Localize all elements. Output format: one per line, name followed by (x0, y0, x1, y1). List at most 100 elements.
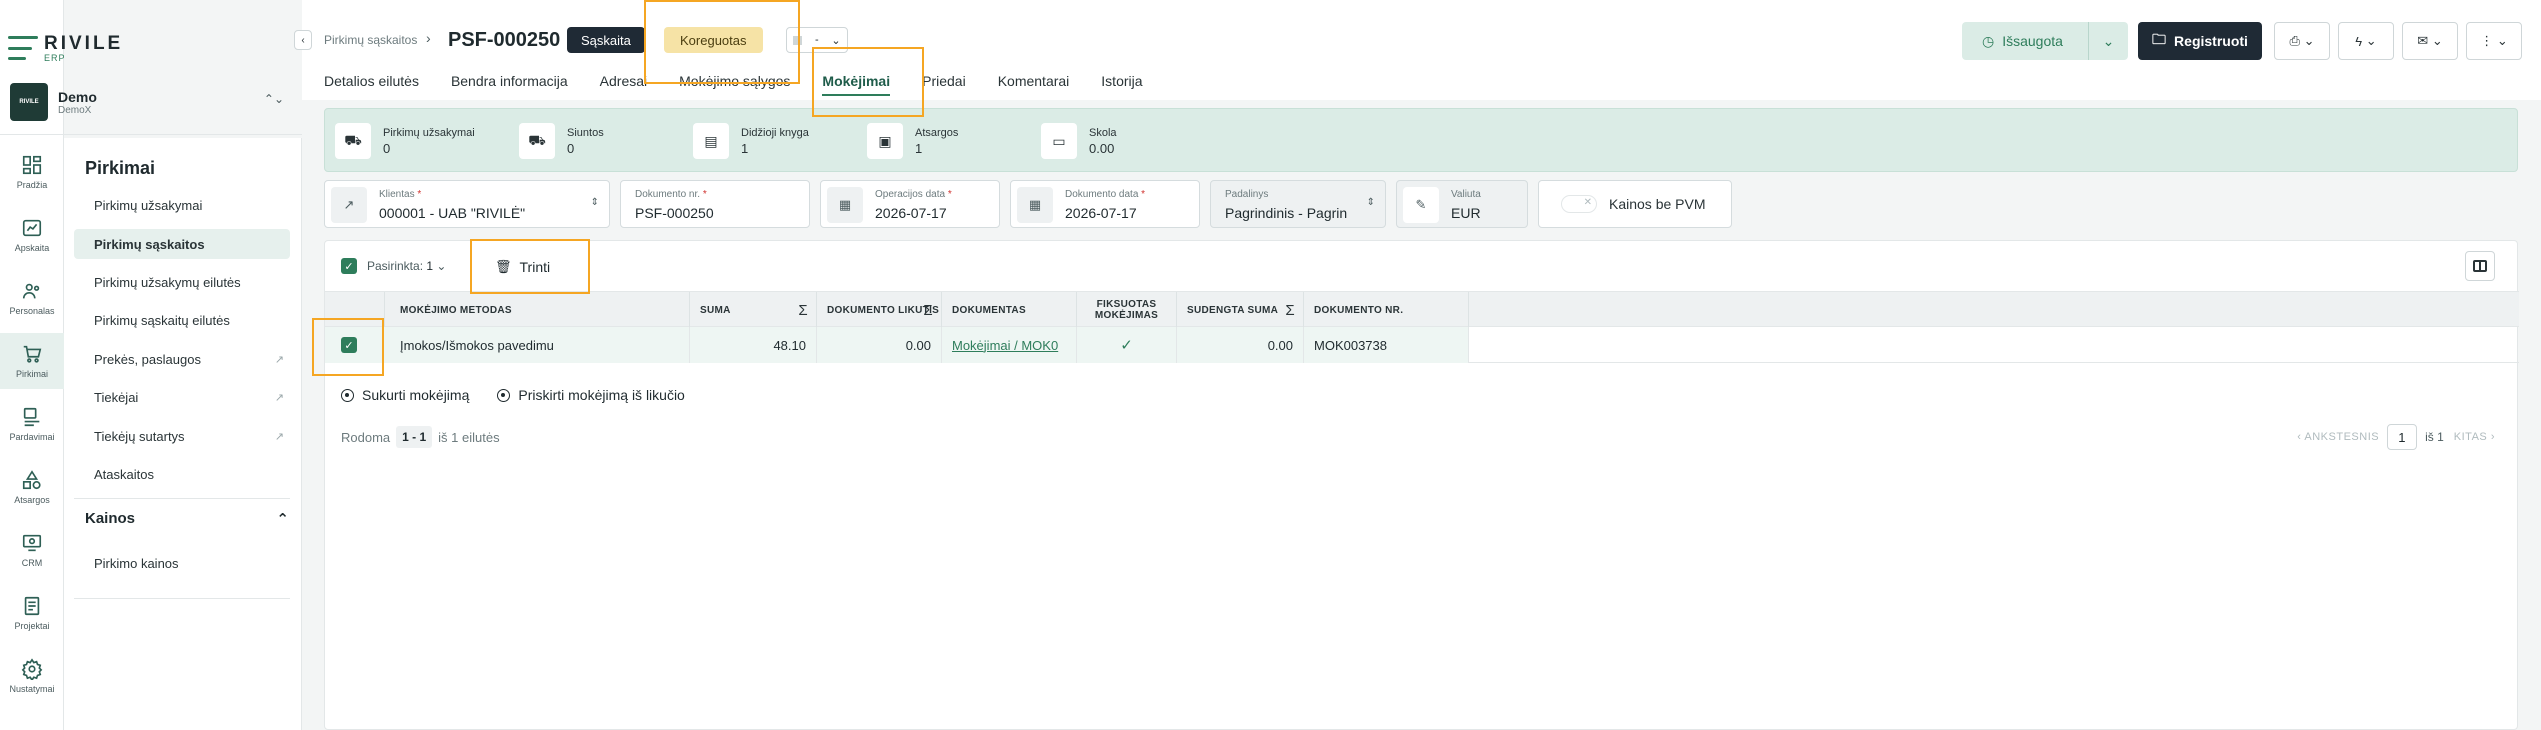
saved-button[interactable]: ◷ Išsaugota ⌄ (1962, 22, 2128, 60)
stat-label: Didžioji knyga (741, 126, 809, 139)
columns-icon (2473, 260, 2487, 272)
tab-detail-lines[interactable]: Detalios eilutės (324, 62, 419, 100)
logo-mark-icon (8, 36, 38, 60)
rail-item-pirkimai[interactable]: Pirkimai (0, 333, 64, 389)
required-marker: * (1141, 189, 1146, 200)
division-field[interactable]: Padalinys Pagrindinis - Pagrin ⇕ (1210, 180, 1386, 228)
cell-amount[interactable]: 48.10 (690, 327, 817, 363)
assign-payment-button[interactable]: Priskirti mokėjimą iš likučio (497, 387, 685, 403)
dashboard-icon (22, 155, 42, 175)
actions-button[interactable]: ϟ ⌄ (2338, 22, 2394, 60)
stat-inventory[interactable]: ▣ Atsargos 1 (867, 119, 958, 163)
breadcrumb[interactable]: Pirkimų sąskaitos (324, 33, 417, 47)
tab-general-info[interactable]: Bendra informacija (451, 62, 568, 100)
sidebar-item-purchase-prices[interactable]: Pirkimo kainos (74, 548, 290, 578)
sidebar-item-purchase-invoices[interactable]: Pirkimų sąskaitos (74, 229, 290, 259)
column-header-settled[interactable]: Sudengta suma Σ (1177, 292, 1304, 328)
sum-icon[interactable]: Σ (923, 303, 933, 318)
sidebar-item-purchase-orders[interactable]: Pirkimų užsakymai (74, 190, 290, 220)
sidebar-item-products[interactable]: Prekės, paslaugos ↗ (74, 344, 290, 374)
cell-method[interactable]: Įmokos/Išmokos pavedimu (385, 327, 690, 363)
currency-field[interactable]: ✎ Valiuta EUR (1396, 180, 1528, 228)
register-button[interactable]: 🗀 Registruoti (2138, 22, 2262, 60)
tab-payment-terms[interactable]: Mokėjimo sąlygos (679, 62, 790, 100)
cell-doc-number[interactable]: MOK003738 (1304, 327, 1469, 363)
sidebar-item-order-lines[interactable]: Pirkimų užsakymų eilutės (74, 267, 290, 297)
sidebar-item-suppliers[interactable]: Tiekėjai ↗ (74, 382, 290, 412)
tab-comments[interactable]: Komentarai (998, 62, 1070, 100)
cell-settled[interactable]: 0.00 (1177, 327, 1304, 363)
people-icon (22, 283, 40, 299)
email-button[interactable]: ✉ ⌄ (2402, 22, 2458, 60)
client-field[interactable]: ↗ Klientas * 000001 - UAB "RIVILĖ" ⇕ (324, 180, 610, 228)
rail-item-crm[interactable]: CRM (0, 522, 64, 578)
sidebar-item-label: Ataskaitos (94, 466, 154, 482)
column-header-doc-number[interactable]: Dokumento nr. (1304, 292, 1469, 328)
create-payment-button[interactable]: Sukurti mokėjimą (341, 387, 469, 403)
rail-item-nustatymai[interactable]: Nustatymai (0, 648, 64, 704)
rail-item-personalas[interactable]: Personalas (0, 270, 64, 326)
collapse-sidebar-button[interactable]: ‹ (294, 30, 312, 50)
column-header-document[interactable]: Dokumentas (942, 292, 1077, 328)
rail-item-projektai[interactable]: Projektai (0, 585, 64, 641)
next-page-label: KITAS (2453, 431, 2488, 443)
saved-dropdown-button[interactable]: ⌄ (2088, 22, 2128, 60)
sum-icon[interactable]: Σ (1285, 303, 1295, 318)
stat-purchase-orders[interactable]: ⛟ Pirkimų užsakymai 0 (335, 119, 475, 163)
rivile-logo[interactable]: RIVILE ERP (8, 28, 128, 68)
column-header-amount[interactable]: Suma Σ (690, 292, 817, 328)
delete-button[interactable]: 🗑 Trinti (495, 255, 550, 279)
stat-general-ledger[interactable]: ▤ Didžioji knyga 1 (693, 119, 809, 163)
rail-item-pardavimai[interactable]: Pardavimai (0, 396, 64, 452)
page-of: iš 1 (2425, 430, 2444, 444)
page-input[interactable]: 1 (2387, 424, 2418, 450)
row-checkbox[interactable]: ✓ (341, 337, 357, 353)
sidebar-item-invoice-lines[interactable]: Pirkimų sąskaitų eilutės (74, 305, 290, 335)
company-switcher[interactable]: RIVILE Demo DemoX ⌃⌄ (10, 80, 290, 124)
tab-payments[interactable]: Mokėjimai (822, 62, 890, 100)
plus-circle-icon (497, 388, 511, 402)
sidebar-item-reports[interactable]: Ataskaitos (74, 459, 290, 489)
document-date-field[interactable]: ▦ Dokumento data * 2026-07-17 (1010, 180, 1200, 228)
vat-toggle[interactable]: Kainos be PVM (1538, 180, 1732, 228)
module-sidebar: Pirkimai Pirkimų užsakymai Pirkimų sąska… (64, 138, 302, 730)
chevron-down-icon[interactable]: ⌄ (436, 259, 446, 273)
trash-icon: 🗑 (495, 259, 512, 274)
rail-item-atsargos[interactable]: Atsargos (0, 459, 64, 515)
sidebar-item-label: Tiekėjų sutartys (94, 428, 185, 444)
tab-history[interactable]: Istorija (1101, 62, 1142, 100)
rail-item-pradzia[interactable]: Pradžia (0, 144, 64, 200)
stat-shipments[interactable]: ⛟ Siuntos 0 (519, 119, 604, 163)
operation-date-field[interactable]: ▦ Operacijos data * 2026-07-17 (820, 180, 1000, 228)
tab-addresses[interactable]: Adresai (600, 62, 647, 100)
cell-balance[interactable]: 0.00 (817, 327, 942, 363)
column-header-fixed[interactable]: Fiksuotas mokėjimas (1077, 292, 1177, 328)
prev-page-label: ANKSTESNIS (2304, 431, 2380, 443)
sidebar-group-prices[interactable]: Kainos ⌃ (85, 510, 289, 528)
chevron-down-icon: ⌄ (2303, 33, 2315, 48)
stat-value: 0 (383, 140, 391, 156)
sum-icon[interactable]: Σ (798, 303, 808, 318)
print-button[interactable]: ⎙ ⌄ (2274, 22, 2330, 60)
external-link-icon: ↗ (274, 391, 284, 404)
external-link-icon: ↗ (274, 430, 284, 443)
more-button[interactable]: ⋮ ⌄ (2466, 22, 2522, 60)
doc-number-field[interactable]: Dokumento nr. * PSF-000250 (620, 180, 810, 228)
prev-page-button[interactable]: ‹ ANKSTESNIS (2297, 431, 2379, 443)
updown-chevron-icon: ⌃⌄ (263, 92, 284, 106)
rail-item-apskaita[interactable]: Apskaita (0, 207, 64, 263)
select-all-checkbox[interactable]: ✓ (341, 258, 357, 274)
table-toolbar: ✓ Pasirinkta: 1 ⌄ 🗑 Trinti (325, 241, 2519, 291)
field-label: Padalinys (1225, 189, 1269, 200)
stat-debt[interactable]: ▭ Skola 0.00 (1041, 119, 1117, 163)
cell-document-link[interactable]: Mokėjimai / MOK0 (942, 327, 1077, 363)
tab-attachments[interactable]: Priedai (922, 62, 966, 100)
next-page-button[interactable]: KITAS › (2454, 431, 2495, 443)
sidebar-item-supplier-contracts[interactable]: Tiekėjų sutartys ↗ (74, 421, 290, 451)
column-header-method[interactable]: Mokėjimo metodas (385, 292, 690, 328)
toggle-switch[interactable] (1561, 195, 1597, 213)
columns-button[interactable] (2465, 251, 2495, 281)
table-row[interactable]: ✓ Įmokos/Išmokos pavedimu 48.10 0.00 Mok… (325, 327, 2519, 363)
status-select[interactable]: - ⌄ (786, 27, 848, 53)
column-header-balance[interactable]: Dokumento likutis Σ (817, 292, 942, 328)
